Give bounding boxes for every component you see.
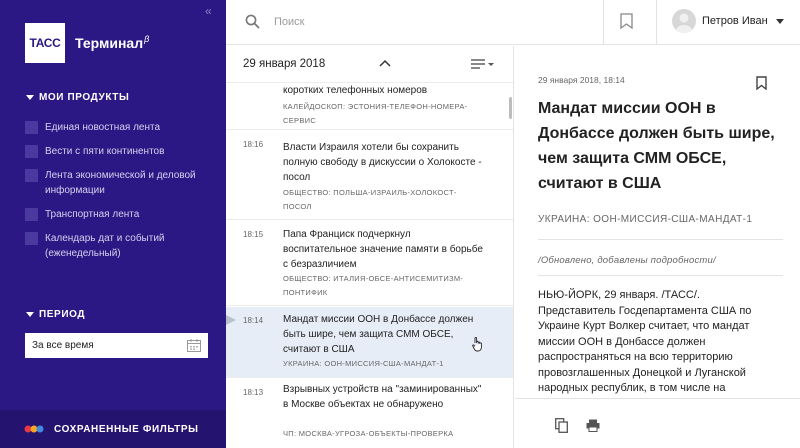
product-item-economic-feed[interactable]: Лента экономической и деловой информации [25,168,215,198]
print-icon[interactable] [586,419,600,432]
search-icon[interactable] [245,14,260,29]
product-item-five-continents[interactable]: Вести с пяти континентов [25,144,215,159]
article-updated-note: /Обновлено, добавлены подробности/ [538,255,716,266]
sidebar: « ТАСС Терминалβ МОИ ПРОДУКТЫ Единая нов… [0,0,226,448]
feed-header: 29 января 2018 [226,46,513,83]
article-toolbar [515,398,800,448]
period-section-header[interactable]: ПЕРИОД [26,309,85,320]
top-bar: Петров Иван [226,0,800,45]
news-headline[interactable]: коротких телефонных номеров [283,83,483,98]
product-checkbox[interactable] [25,232,38,245]
article-body: НЬЮ-ЙОРК, 29 января. /ТАСС/. Представите… [538,289,752,394]
news-tags: ОБЩЕСТВО: ПОЛЬША-ИЗРАИЛЬ-ХОЛОКОСТ-ПОСОЛ [283,188,457,211]
logo-box: ТАСС [25,23,65,63]
caret-down-icon[interactable] [775,18,784,24]
brand-dots-icon [24,425,44,433]
products-section-header[interactable]: МОИ ПРОДУКТЫ [26,92,129,103]
product-checkbox[interactable] [25,145,38,158]
news-feed: 29 января 2018 коротких телефонных номер… [226,46,514,448]
news-item[interactable]: 18:16 Власти Израиля хотели бы сохранить… [226,131,513,220]
article-title: Мандат миссии ООН в Донбассе должен быть… [538,100,775,192]
triangle-down-icon [26,312,34,317]
news-time: 18:16 [243,140,264,149]
cursor-icon [472,337,482,352]
avatar[interactable] [672,9,696,33]
news-tags: УКРАИНА: ООН-МИССИЯ-США-МАНДАТ-1 [283,359,444,368]
logo: ТАСС Терминалβ [25,23,149,63]
product-label: Календарь дат и событий (еженедельный) [45,233,165,259]
calendar-icon[interactable] [187,339,201,352]
product-checkbox[interactable] [25,121,38,134]
article-panel: 29 января 2018, 18:14 Мандат миссии ООН … [515,46,800,448]
avatar-silhouette-icon [676,13,692,33]
news-tags: ОБЩЕСТВО: ИТАЛИЯ-ОБСЕ-АНТИСЕМИТИЗМ-ПОНТИ… [283,274,464,297]
news-headline[interactable]: Папа Франциск подчеркнул воспитательное … [283,227,483,272]
product-label: Единая новостная лента [45,122,161,133]
news-item[interactable]: 18:15 Папа Франциск подчеркнул воспитате… [226,221,513,306]
news-headline[interactable]: Власти Израиля хотели бы сохранить полну… [283,140,483,185]
feed-date: 29 января 2018 [243,58,326,70]
search-input[interactable] [274,12,574,32]
product-checkbox[interactable] [25,208,38,221]
triangle-down-icon [26,95,34,100]
products-header-label: МОИ ПРОДУКТЫ [39,92,130,103]
bookmark-icon[interactable] [756,76,767,90]
collapse-icon[interactable]: « [205,4,212,18]
period-header-label: ПЕРИОД [39,309,86,320]
copy-icon[interactable] [555,418,568,433]
period-select[interactable]: За все время [25,333,208,358]
news-tags: ЧП: МОСКВА-УГРОЗА-ОБЪЕКТЫ-ПРОВЕРКА [283,429,454,438]
saved-filters-label: СОХРАНЕННЫЕ ФИЛЬТРЫ [54,423,199,435]
news-tags: КАЛЕЙДОСКОП: ЭСТОНИЯ-ТЕЛЕФОН-НОМЕРА-СЕРВ… [283,102,468,125]
bookmark-icon[interactable] [620,13,633,29]
news-item[interactable]: коротких телефонных номеров КАЛЕЙДОСКОП:… [226,84,513,130]
article-tags: УКРАИНА: ООН-МИССИЯ-США-МАНДАТ-1 [538,214,753,225]
divider [656,0,657,45]
period-value: За все время [32,340,94,351]
chevron-up-icon[interactable] [379,59,391,67]
product-item-transport-feed[interactable]: Транспортная лента [25,207,215,222]
saved-filters-button[interactable]: СОХРАНЕННЫЕ ФИЛЬТРЫ [0,410,226,448]
news-headline[interactable]: Мандат миссии ООН в Донбассе должен быть… [283,312,483,357]
news-item-active[interactable]: 18:14 Мандат миссии ООН в Донбассе долже… [226,307,513,378]
product-checkbox[interactable] [25,169,38,182]
product-item-unified-feed[interactable]: Единая новостная лента [25,120,215,135]
product-label: Вести с пяти континентов [45,146,165,157]
news-item[interactable]: 18:13 Взрывных устройств на "заминирован… [226,379,513,448]
divider [538,275,783,276]
divider [538,239,783,240]
active-marker [226,315,236,325]
news-time: 18:14 [243,316,264,325]
article-datetime: 29 января 2018, 18:14 [538,75,625,85]
news-time: 18:15 [243,230,264,239]
divider [603,0,604,45]
app-beta-mark: β [144,34,150,44]
user-menu[interactable]: Петров Иван [672,9,784,33]
product-item-calendar[interactable]: Календарь дат и событий (еженедельный) [25,231,215,261]
product-label: Лента экономической и деловой информации [45,170,196,196]
news-time: 18:13 [243,388,264,397]
app-title-text: Терминал [75,35,144,51]
news-headline[interactable]: Взрывных устройств на "заминированных" в… [283,382,483,412]
products-list: Единая новостная лента Вести с пяти конт… [25,120,215,270]
user-name[interactable]: Петров Иван [702,15,768,27]
sort-icon[interactable] [471,59,495,69]
app-title: Терминалβ [75,34,150,51]
product-label: Транспортная лента [45,209,140,220]
